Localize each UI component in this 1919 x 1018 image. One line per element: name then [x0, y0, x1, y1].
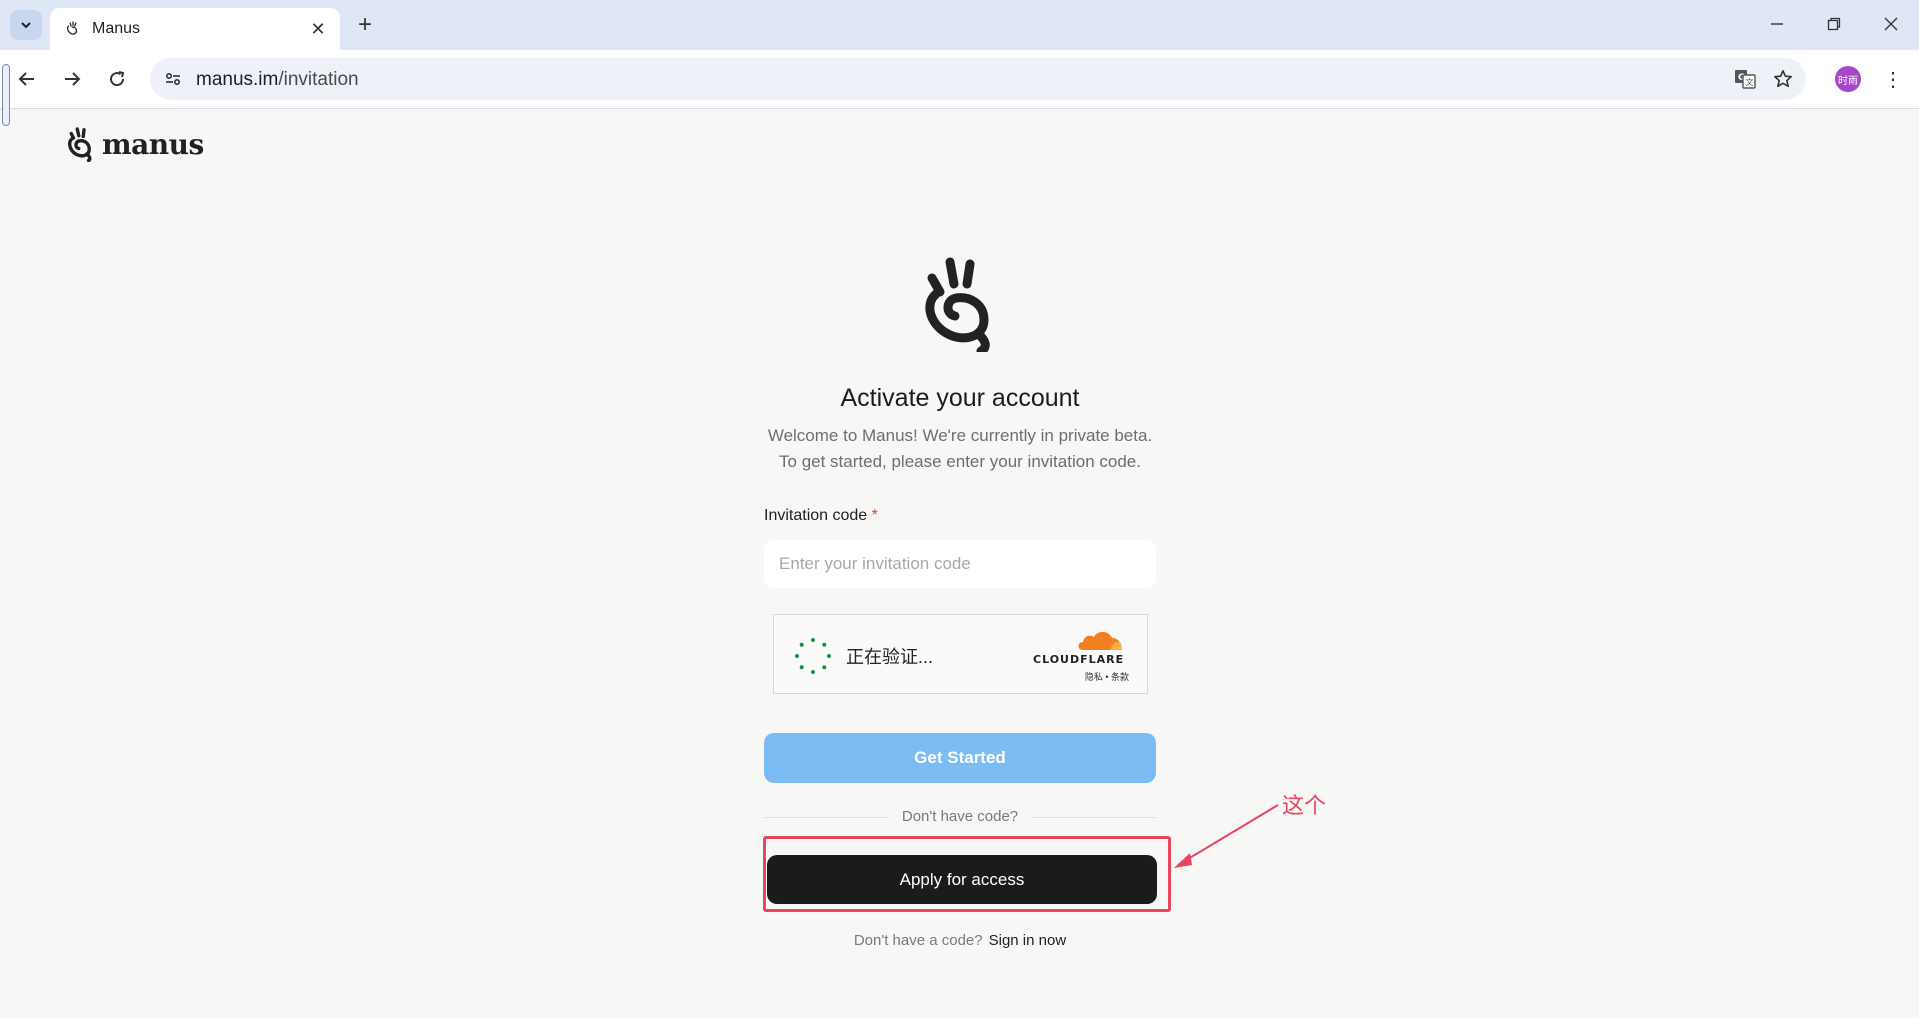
apply-for-access-button[interactable]: Apply for access: [767, 855, 1157, 904]
page-subtitle: Welcome to Manus! We're currently in pri…: [764, 423, 1156, 475]
manus-hand-icon: [67, 127, 92, 162]
cloudflare-cloud-icon: [1078, 631, 1122, 650]
minimize-icon[interactable]: [1755, 8, 1799, 40]
brand-logo[interactable]: manus: [66, 126, 204, 162]
profile-avatar[interactable]: 时雨: [1835, 66, 1861, 92]
site-info-icon[interactable]: [160, 66, 186, 92]
cloudflare-turnstile-widget[interactable]: 正在验证... CLOUDFLARE 隐私 • 条款: [773, 614, 1148, 694]
manus-favicon-icon: [64, 20, 82, 38]
browser-toolbar: manus.im/invitation G文 时雨 ⋮: [0, 50, 1919, 109]
label-text: Invitation code: [764, 507, 868, 524]
required-mark: *: [871, 507, 878, 524]
reload-button[interactable]: [100, 62, 134, 96]
cloudflare-privacy-links[interactable]: 隐私 • 条款: [1085, 670, 1129, 683]
arrow-left-icon: [18, 72, 34, 86]
subtitle-line-2: To get started, please enter your invita…: [779, 452, 1141, 471]
subtitle-line-1: Welcome to Manus! We're currently in pri…: [767, 426, 1153, 445]
tab-strip: Manus ✕ +: [0, 0, 1919, 50]
loading-spinner-icon: [795, 638, 831, 674]
cloudflare-wordmark: CLOUDFLARE: [1033, 653, 1125, 666]
cloudflare-logo: CLOUDFLARE 隐私 • 条款: [1033, 629, 1129, 683]
back-button[interactable]: [10, 62, 44, 96]
url-text: manus.im/invitation: [196, 69, 359, 91]
divider: Don't have code?: [764, 805, 1156, 829]
annotation-label: 这个: [1282, 793, 1327, 818]
invitation-code-label: Invitation code *: [764, 507, 878, 525]
close-window-icon[interactable]: [1869, 8, 1913, 40]
browser-menu-icon[interactable]: ⋮: [1880, 64, 1906, 94]
reload-icon: [110, 71, 125, 87]
bookmark-star-icon[interactable]: [1770, 66, 1796, 92]
chevron-down-icon: [21, 22, 31, 29]
captcha-status: 正在验证...: [846, 647, 934, 667]
translate-icon[interactable]: G文: [1732, 66, 1758, 92]
tab-search-button[interactable]: [10, 10, 42, 40]
tab-title: Manus: [92, 20, 141, 37]
divider-line-right: [1031, 817, 1156, 818]
side-panel-handle[interactable]: [2, 64, 10, 126]
sign-in-link[interactable]: Sign in now: [989, 932, 1067, 949]
close-tab-icon[interactable]: ✕: [306, 17, 330, 41]
new-tab-button[interactable]: +: [350, 10, 380, 40]
address-bar[interactable]: manus.im/invitation G文: [150, 58, 1806, 100]
footer-prompt: Don't have a code?: [853, 932, 983, 949]
invitation-code-input[interactable]: [764, 540, 1156, 588]
page-title: Activate your account: [840, 384, 1080, 412]
manus-hero-logo-icon: [925, 257, 990, 352]
arrow-right-icon: [65, 72, 81, 86]
tab-manus[interactable]: Manus ✕: [50, 8, 340, 50]
footer-signin: Don't have a code? Sign in now: [764, 932, 1156, 949]
forward-button[interactable]: [55, 62, 89, 96]
svg-text:文: 文: [1746, 77, 1754, 87]
get-started-button[interactable]: Get Started: [764, 733, 1156, 783]
brand-name: manus: [102, 127, 204, 161]
url-host: manus.im: [196, 69, 279, 90]
annotation-arrow-icon: [1174, 804, 1279, 868]
url-path: /invitation: [278, 69, 359, 90]
restore-icon[interactable]: [1812, 8, 1856, 40]
activation-card: Activate your account Welcome to Manus! …: [764, 380, 1156, 475]
